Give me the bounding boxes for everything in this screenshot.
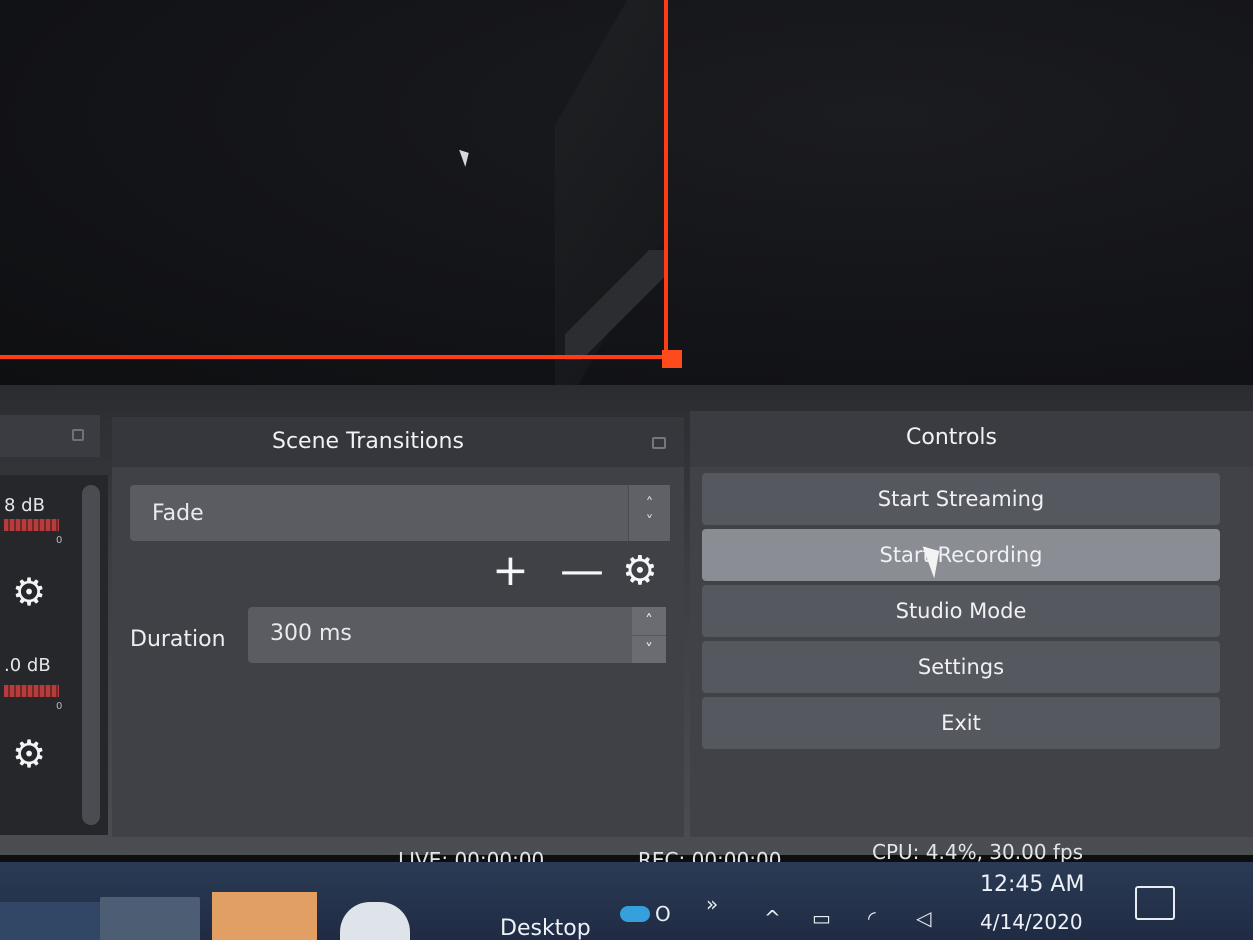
settings-button[interactable]: Settings	[702, 641, 1220, 693]
mixer-db-label: 8 dB	[4, 495, 45, 516]
duration-input[interactable]: 300 ms ˄ ˅	[248, 607, 666, 663]
controls-title-bar: Controls	[690, 411, 1253, 467]
notification-icon[interactable]	[1135, 886, 1175, 920]
remove-transition-button[interactable]: —	[560, 549, 604, 593]
taskbar-app-icon[interactable]	[100, 897, 200, 940]
taskbar-app-icon[interactable]	[340, 902, 410, 940]
chevron-up-icon[interactable]: ˄	[632, 607, 666, 636]
onedrive-count: O	[655, 902, 671, 926]
mixer-scrollbar[interactable]	[82, 485, 100, 825]
bottom-dock: 8 dB 0 ⚙ .0 dB 0 ⚙ Scene Transitions Fad…	[0, 385, 1253, 855]
taskbar-app-icon-active[interactable]	[212, 892, 317, 940]
gear-icon[interactable]: ⚙	[12, 735, 50, 773]
duration-stepper[interactable]: ˄ ˅	[632, 607, 666, 663]
clock-time[interactable]: 12:45 AM	[980, 872, 1084, 897]
wifi-icon[interactable]: ◜	[868, 906, 876, 930]
source-bounding-box-right-edge[interactable]	[664, 0, 668, 362]
scene-transitions-title-bar: Scene Transitions	[112, 417, 684, 467]
volume-icon[interactable]: ◁	[916, 906, 931, 930]
meter-zero-label: 0	[56, 535, 63, 546]
cpu-status: CPU: 4.4%, 30.00 fps	[872, 840, 1084, 864]
controls-panel: Start Streaming Start Recording Studio M…	[690, 467, 1253, 837]
onedrive-icon[interactable]	[620, 906, 650, 922]
scene-transitions-panel: Fade ˄ ˅ + — ⚙ Duration 300 ms ˄ ˅	[112, 467, 684, 837]
duration-value: 300 ms	[270, 621, 352, 646]
audio-mixer-title-bar	[0, 415, 100, 457]
meter-zero-label: 0	[56, 701, 63, 712]
studio-mode-button[interactable]: Studio Mode	[702, 585, 1220, 637]
source-resize-handle[interactable]	[662, 350, 682, 368]
overflow-icon[interactable]: »	[706, 892, 718, 916]
windows-taskbar: Desktop O » ^ ▭ ◜ ◁ 12:45 AM 4/14/2020	[0, 862, 1253, 940]
start-streaming-button[interactable]: Start Streaming	[702, 473, 1220, 525]
transition-settings-gear-icon[interactable]: ⚙	[622, 551, 658, 591]
scene-transitions-title: Scene Transitions	[272, 429, 464, 454]
start-recording-button[interactable]: Start Recording	[702, 529, 1220, 581]
duration-label: Duration	[130, 627, 226, 652]
float-dock-icon[interactable]	[72, 429, 84, 441]
chevron-down-icon[interactable]: ˅	[632, 636, 666, 664]
select-arrows-icon[interactable]: ˄ ˅	[628, 485, 670, 541]
source-bounding-box-bottom-edge[interactable]	[0, 355, 680, 359]
mixer-db-label: .0 dB	[4, 655, 51, 676]
add-transition-button[interactable]: +	[492, 549, 529, 593]
float-dock-icon[interactable]	[652, 437, 666, 449]
volume-meter	[4, 519, 59, 531]
transition-select-value: Fade	[152, 501, 204, 526]
exit-button[interactable]: Exit	[702, 697, 1220, 749]
show-hidden-icons-chevron-icon[interactable]: ^	[764, 906, 781, 930]
desktop-toolbar-label[interactable]: Desktop	[500, 916, 591, 940]
transition-select[interactable]: Fade ˄ ˅	[130, 485, 670, 541]
controls-title: Controls	[906, 425, 997, 450]
volume-meter	[4, 685, 59, 697]
gear-icon[interactable]: ⚙	[12, 573, 50, 611]
battery-icon[interactable]: ▭	[812, 906, 831, 930]
clock-date[interactable]: 4/14/2020	[980, 910, 1083, 934]
preview-stripe-light	[565, 250, 665, 360]
preview-canvas[interactable]	[0, 0, 1253, 385]
